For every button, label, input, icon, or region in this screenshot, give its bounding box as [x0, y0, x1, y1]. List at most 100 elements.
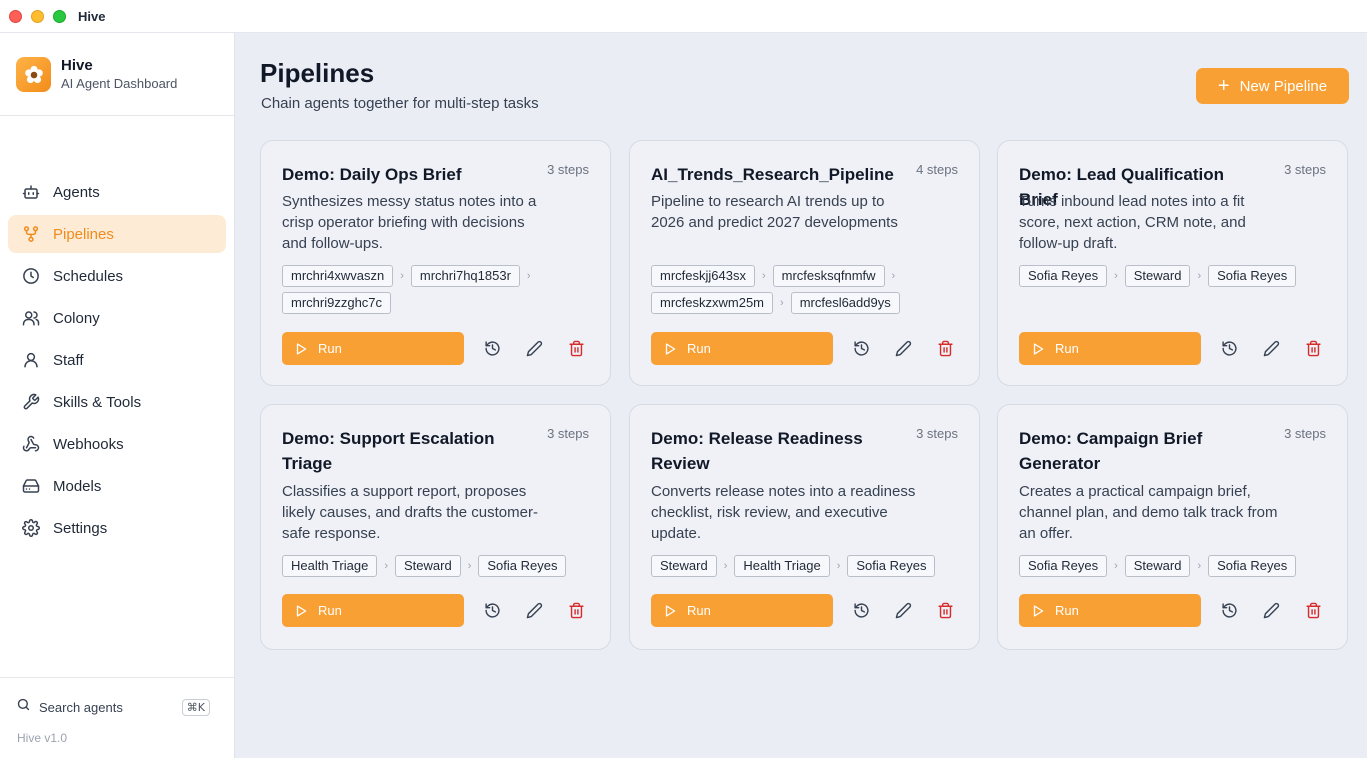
- history-icon[interactable]: [851, 339, 871, 359]
- pipeline-title: Demo: Support Escalation Triage: [282, 429, 495, 473]
- run-button[interactable]: Run: [1019, 594, 1201, 627]
- agent-chip: Sofia Reyes: [1019, 265, 1108, 287]
- app-version: Hive v1.0: [17, 731, 68, 745]
- users-icon: [22, 309, 40, 327]
- pipeline-card: Demo: Release Readiness Review 3 steps Con…: [629, 404, 980, 650]
- agent-chip: Sofia Reyes: [478, 555, 567, 577]
- chevron-right-icon: ›: [467, 560, 472, 572]
- card-actions: Run: [1019, 594, 1329, 627]
- sidebar-item-colony[interactable]: Colony: [8, 299, 226, 337]
- delete-icon[interactable]: [935, 601, 955, 621]
- search-icon: [16, 697, 31, 717]
- history-icon[interactable]: [851, 601, 871, 621]
- sidebar-item-settings[interactable]: Settings: [8, 509, 226, 547]
- card-actions: Run: [651, 594, 961, 627]
- run-label: Run: [1055, 341, 1079, 356]
- sidebar-item-label: Schedules: [53, 267, 124, 285]
- page-title: Pipelines: [260, 58, 375, 88]
- agent-chip: Steward: [1124, 555, 1191, 577]
- sidebar-item-webhooks[interactable]: Webhooks: [8, 425, 226, 463]
- agent-chip: Sofia Reyes: [1208, 265, 1297, 287]
- main-content: Pipelines Chain agents together for mult…: [235, 33, 1367, 758]
- step-count: 3 steps: [916, 426, 958, 441]
- edit-icon[interactable]: [893, 601, 913, 621]
- pipeline-description: Pipeline to research AI trends up to 202…: [651, 193, 898, 231]
- play-icon: [294, 342, 318, 356]
- sidebar-item-label: Settings: [53, 519, 108, 537]
- chevron-right-icon: ›: [1197, 270, 1202, 282]
- edit-icon[interactable]: [893, 339, 913, 359]
- gear-icon: [22, 519, 40, 537]
- sidebar-item-label: Pipelines: [53, 225, 114, 243]
- sidebar-item-models[interactable]: Models: [8, 467, 226, 505]
- run-label: Run: [687, 603, 711, 618]
- bot-icon: [22, 183, 40, 201]
- run-button[interactable]: Run: [282, 332, 464, 365]
- play-icon: [294, 604, 318, 618]
- card-actions: Run: [282, 594, 592, 627]
- agent-chip: mrcfesksqfnmfw: [772, 265, 885, 287]
- history-icon[interactable]: [1219, 339, 1239, 359]
- delete-icon[interactable]: [566, 601, 586, 621]
- webhook-icon: [22, 435, 40, 453]
- shortcut-badge: ⌘K: [181, 698, 210, 716]
- minimize-window-button[interactable]: [31, 9, 44, 23]
- delete-icon[interactable]: [566, 339, 586, 359]
- sidebar-item-skills-tools[interactable]: Skills & Tools: [8, 383, 226, 421]
- brand-name: Hive: [61, 57, 93, 74]
- maximize-window-button[interactable]: [53, 9, 66, 23]
- agent-chip: Steward: [651, 555, 717, 577]
- chevron-right-icon: ›: [1114, 560, 1118, 572]
- play-icon: [1031, 604, 1055, 618]
- clock-icon: [22, 267, 40, 285]
- sidebar-item-pipelines[interactable]: Pipelines: [8, 215, 226, 253]
- new-pipeline-button[interactable]: + New Pipeline: [1196, 68, 1349, 104]
- run-button[interactable]: Run: [651, 332, 833, 365]
- pipeline-card: Demo: Support Escalation Triage 3 steps Cl…: [260, 404, 611, 650]
- sidebar-divider: [0, 115, 234, 116]
- user-icon: [22, 351, 40, 369]
- delete-icon[interactable]: [1303, 339, 1323, 359]
- run-button[interactable]: Run: [282, 594, 464, 627]
- sidebar-item-label: Colony: [53, 309, 100, 327]
- edit-icon[interactable]: [1261, 339, 1281, 359]
- pipeline-card: Demo: Campaign Brief Generator 3 steps Cre…: [997, 404, 1348, 650]
- sidebar-item-schedules[interactable]: Schedules: [8, 257, 226, 295]
- pipeline-title: AI_Trends_Research_Pipeline: [651, 165, 894, 184]
- run-button[interactable]: Run: [651, 594, 833, 627]
- pipeline-description: Creates a practical campaign brief, chan…: [1019, 483, 1278, 542]
- delete-icon[interactable]: [1303, 601, 1323, 621]
- history-icon[interactable]: [1219, 601, 1239, 621]
- agent-chip: Health Triage: [734, 555, 830, 577]
- close-window-button[interactable]: [9, 9, 22, 23]
- card-actions: Run: [282, 332, 592, 365]
- sidebar-item-agents[interactable]: Agents: [8, 173, 226, 211]
- sidebar-nav: Agents Pipelines Schedules Colony Staff …: [8, 173, 226, 551]
- agent-chip: mrcfesl6add9ys: [790, 292, 900, 314]
- step-count: 3 steps: [547, 426, 589, 441]
- chevron-right-icon: ›: [384, 560, 388, 572]
- step-count: 3 steps: [547, 162, 589, 177]
- brand: Hive AI Agent Dashboard: [16, 57, 177, 92]
- chevron-right-icon: ›: [526, 270, 531, 282]
- sidebar-item-staff[interactable]: Staff: [8, 341, 226, 379]
- search-agents-button[interactable]: Search agents ⌘K: [16, 695, 210, 719]
- edit-icon[interactable]: [1261, 601, 1281, 621]
- agent-chip: Health Triage: [282, 555, 378, 577]
- edit-icon[interactable]: [524, 339, 544, 359]
- sidebar-item-label: Webhooks: [53, 435, 124, 453]
- agent-chain: mrcfeskjj643sx › mrcfesksqfnmfw › mrcfeskzxw…: [651, 265, 961, 314]
- run-button[interactable]: Run: [1019, 332, 1201, 365]
- agent-chain: mrchri4xwvaszn › mrchri7hq1853r › mrchri9zzg…: [282, 265, 592, 314]
- history-icon[interactable]: [482, 339, 502, 359]
- agent-chip: mrcfeskjj643sx: [651, 265, 755, 287]
- edit-icon[interactable]: [524, 601, 544, 621]
- step-count: 3 steps: [1284, 426, 1326, 441]
- history-icon[interactable]: [482, 601, 502, 621]
- run-label: Run: [318, 341, 342, 356]
- agent-chip: mrchri4xwvaszn: [282, 265, 394, 287]
- chevron-right-icon: ›: [723, 560, 728, 572]
- delete-icon[interactable]: [935, 339, 955, 359]
- pipeline-title: Demo: Daily Ops Brief: [282, 165, 462, 184]
- step-count: 4 steps: [916, 162, 958, 177]
